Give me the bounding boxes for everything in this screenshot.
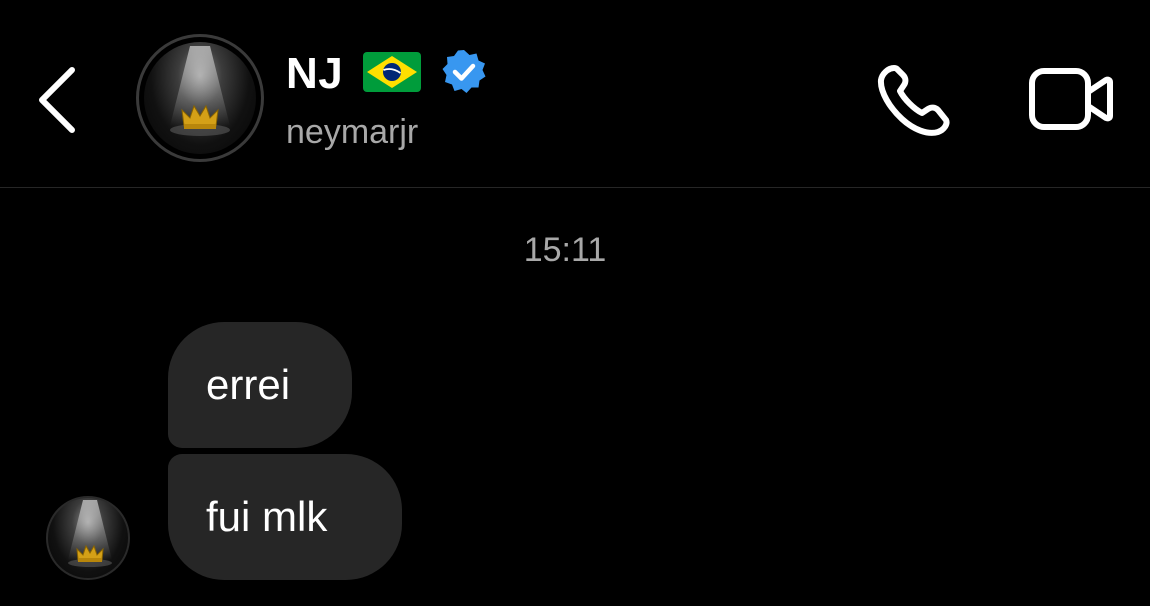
display-name: NJ [286, 49, 344, 98]
sender-avatar[interactable] [46, 496, 130, 580]
profile-avatar[interactable] [136, 34, 264, 162]
audio-call-button[interactable] [872, 62, 954, 138]
avatar-image [144, 42, 256, 154]
chevron-left-icon [39, 67, 75, 133]
chat-header: NJ neymarjr [0, 0, 1150, 188]
phone-icon [877, 65, 950, 136]
video-camera-icon [1029, 68, 1113, 130]
back-button[interactable] [28, 62, 92, 138]
video-call-button[interactable] [1028, 66, 1114, 132]
verified-badge-icon [441, 49, 487, 100]
conversation-title[interactable]: NJ [286, 48, 487, 100]
message-bubble[interactable]: fui mlk [168, 454, 402, 580]
message-timestamp: 15:11 [523, 231, 607, 269]
username: neymarjr [286, 113, 419, 151]
brazil-flag-icon [363, 51, 422, 97]
message-bubble[interactable]: errei [168, 322, 352, 448]
